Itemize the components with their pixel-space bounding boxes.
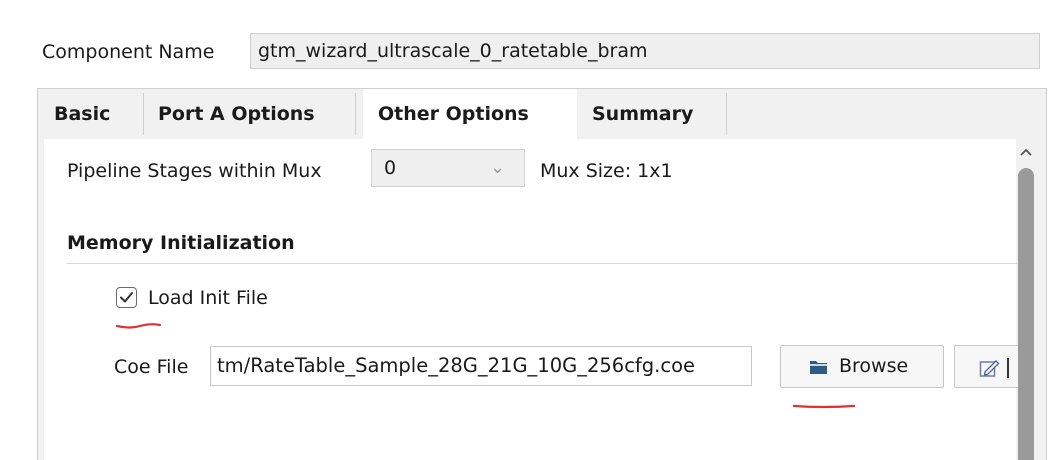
tab-summary[interactable]: Summary — [592, 89, 693, 139]
folder-icon — [810, 361, 827, 374]
mux-size-label: Mux Size: 1x1 — [540, 160, 673, 182]
coe-file-label: Coe File — [114, 356, 189, 378]
chevron-down-icon: ⌄ — [490, 157, 506, 178]
tab-port-a-options[interactable]: Port A Options — [158, 89, 315, 139]
tab-divider — [726, 93, 727, 135]
tab-basic[interactable]: Basic — [54, 89, 110, 139]
coe-file-input[interactable]: tm/RateTable_Sample_28G_21G_10G_256cfg.c… — [210, 346, 752, 386]
tab-divider — [143, 93, 144, 135]
pipeline-stages-select[interactable]: 0 ⌄ — [371, 149, 525, 187]
load-init-file-label[interactable]: Load Init File — [148, 284, 268, 312]
tab-divider — [355, 93, 356, 135]
checkmark-icon — [120, 292, 133, 303]
chevron-up-icon — [1020, 148, 1032, 156]
scroll-up-button[interactable] — [1016, 139, 1036, 165]
pipeline-stages-label: Pipeline Stages within Mux — [67, 160, 322, 182]
tab-other-options[interactable]: Other Options — [363, 89, 577, 140]
annotation-underline — [115, 323, 162, 329]
ip-customization-window: Component Name gtm_wizard_ultrascale_0_r… — [0, 0, 1060, 460]
truncated-label-glyph — [1007, 358, 1009, 378]
memory-initialization-heading: Memory Initialization — [67, 232, 295, 254]
edit-button[interactable] — [954, 345, 1024, 388]
annotation-underline — [792, 404, 856, 409]
edit-icon — [979, 360, 1000, 377]
browse-button[interactable]: Browse — [780, 345, 944, 388]
pipeline-stages-value: 0 — [384, 157, 397, 179]
section-divider — [67, 263, 1017, 264]
scrollbar-thumb[interactable] — [1018, 168, 1034, 460]
component-name-field[interactable]: gtm_wizard_ultrascale_0_ratetable_bram — [250, 33, 1040, 69]
component-name-label: Component Name — [42, 41, 215, 63]
browse-button-label: Browse — [839, 355, 909, 377]
load-init-file-checkbox[interactable] — [116, 287, 137, 308]
